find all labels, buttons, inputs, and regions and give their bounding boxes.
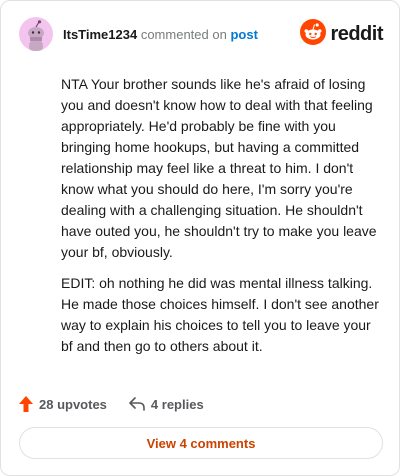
comment-header: ItsTime1234 commented on post reddit xyxy=(19,17,383,53)
comment-paragraph: NTA Your brother sounds like he's afraid… xyxy=(61,76,377,260)
comment-footer: 28 upvotes 4 replies xyxy=(19,393,204,415)
reply-arrow-icon xyxy=(129,397,151,411)
replies-label: 4 replies xyxy=(150,396,204,412)
reddit-wordmark: reddit xyxy=(330,22,383,45)
view-comments-button[interactable]: View 4 comments xyxy=(19,427,383,459)
reddit-logo-icon xyxy=(300,18,327,50)
snoo-avatar-icon[interactable] xyxy=(19,17,53,51)
comment-body: NTA Your brother sounds like he's afraid… xyxy=(61,74,383,367)
comment-paragraph: EDIT: oh nothing he did was mental illne… xyxy=(61,275,379,354)
post-link[interactable]: post xyxy=(230,27,257,42)
upvote-arrow-icon xyxy=(19,396,39,412)
replies-stat[interactable]: 4 replies xyxy=(129,397,204,412)
comment-meta: ItsTime1234 commented on post xyxy=(63,27,258,43)
upvotes-label: 28 upvotes xyxy=(39,396,107,412)
upvotes-stat[interactable]: 28 upvotes xyxy=(19,396,107,412)
comment-card: ItsTime1234 commented on post reddit NTA… xyxy=(0,0,400,476)
reddit-brand[interactable]: reddit xyxy=(300,18,383,50)
username-link[interactable]: ItsTime1234 xyxy=(63,27,137,42)
commented-on-text: commented on xyxy=(140,27,227,42)
